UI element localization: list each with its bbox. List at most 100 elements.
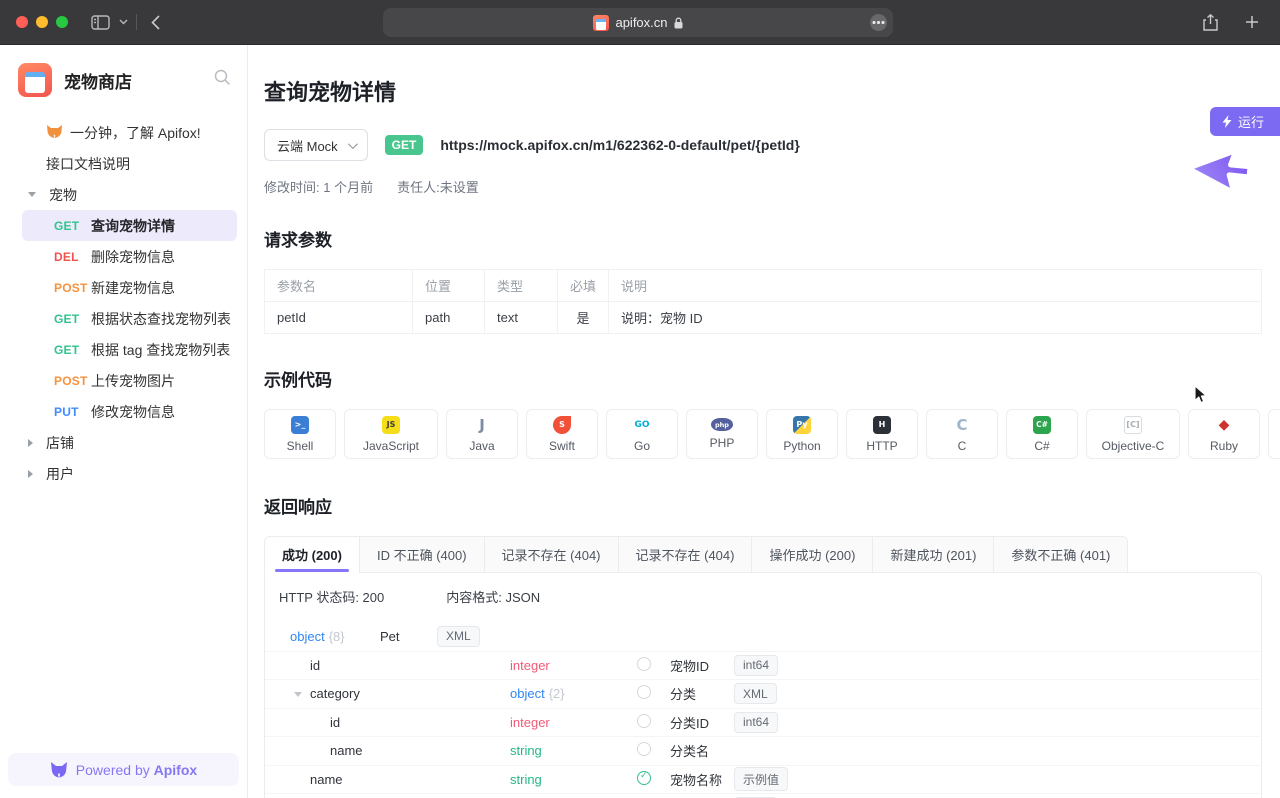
optional-circle-icon (637, 685, 651, 699)
tab-bad-id-400[interactable]: ID 不正确 (400) (359, 536, 484, 573)
lang-card-swift[interactable]: SSwift (526, 409, 598, 459)
python-icon: Py (793, 416, 811, 434)
java-icon: J (473, 416, 491, 434)
address-url: apifox.cn (615, 15, 667, 30)
lang-card-shell[interactable]: >_Shell (264, 409, 336, 459)
method-label: GET (54, 343, 91, 357)
lang-card-csharp[interactable]: C#C# (1006, 409, 1078, 459)
response-tabs: 成功 (200) ID 不正确 (400) 记录不存在 (404) 记录不存在 … (264, 536, 1262, 573)
tab-success-200[interactable]: 成功 (200) (264, 536, 359, 573)
lang-card-c[interactable]: CC (926, 409, 998, 459)
tab-created-201[interactable]: 新建成功 (201) (872, 536, 993, 573)
tab-not-found-404-b[interactable]: 记录不存在 (404) (618, 536, 752, 573)
int64-badge: int64 (734, 712, 778, 733)
shell-icon: >_ (291, 416, 309, 434)
run-button[interactable]: 运行 (1210, 107, 1280, 136)
section-request-params: 请求参数 (264, 226, 1262, 251)
minimize-window-button[interactable] (36, 16, 48, 28)
schema-row-category-name[interactable]: name string 分类名 (265, 736, 1261, 765)
tab-not-found-404-a[interactable]: 记录不存在 (404) (484, 536, 618, 573)
col-header-description: 说明 (609, 270, 1262, 302)
sidebar-item-doc-notes[interactable]: 接口文档说明 (10, 148, 237, 179)
col-header-location: 位置 (413, 270, 485, 302)
method-label: GET (54, 219, 91, 233)
section-response: 返回响应 (264, 493, 1262, 518)
language-card-list: >_Shell JSJavaScript JJava SSwift GOGo p… (264, 409, 1262, 459)
apifox-fox-icon (50, 762, 68, 778)
lang-card-go[interactable]: GOGo (606, 409, 678, 459)
browser-chrome: apifox.cn (0, 0, 1280, 45)
close-window-button[interactable] (16, 16, 28, 28)
http-status: HTTP 状态码: 200 (279, 587, 384, 606)
window-controls (16, 16, 68, 28)
method-label: GET (54, 312, 91, 326)
lang-card-java[interactable]: JJava (446, 409, 518, 459)
lang-card-http[interactable]: HHTTP (846, 409, 918, 459)
schema-row-name[interactable]: name string 宠物名称 示例值 (265, 765, 1261, 794)
sidebar-dropdown-chevron-icon[interactable] (114, 8, 132, 36)
schema-row-photourls[interactable]: photoUrls array[string] 照片URL XML (265, 793, 1261, 798)
zoom-window-button[interactable] (56, 16, 68, 28)
c-icon: C (953, 416, 971, 434)
share-icon[interactable] (1196, 8, 1224, 36)
col-header-type: 类型 (485, 270, 558, 302)
apifox-brand-text: Apifox (154, 762, 198, 778)
sidebar-endpoint-update-pet[interactable]: PUT 修改宠物信息 (22, 396, 237, 427)
method-badge: GET (385, 135, 424, 155)
address-bar[interactable]: apifox.cn (383, 8, 893, 37)
schema-row-category-id[interactable]: id integer 分类ID int64 (265, 708, 1261, 737)
request-url: https://mock.apifox.cn/m1/622362-0-defau… (440, 137, 799, 153)
fox-emoji-icon (46, 124, 63, 142)
lang-card-php[interactable]: phpPHP (686, 409, 758, 459)
col-header-required: 必填 (558, 270, 609, 302)
new-tab-icon[interactable] (1238, 8, 1266, 36)
chevron-down-icon (348, 139, 358, 149)
sidebar-endpoint-delete-pet[interactable]: DEL 删除宠物信息 (22, 241, 237, 272)
lang-card-objective-c[interactable]: [C]Objective-C (1086, 409, 1180, 459)
method-label: PUT (54, 405, 91, 419)
xml-badge[interactable]: XML (437, 626, 480, 647)
mock-env-select[interactable]: 云端 Mock (264, 129, 368, 161)
sidebar-endpoint-find-by-status[interactable]: GET 根据状态查找宠物列表 (22, 303, 237, 334)
lang-card-ocaml[interactable]: MOCaml (1268, 409, 1280, 459)
example-value-badge[interactable]: 示例值 (734, 767, 788, 791)
page-title: 查询宠物详情 (264, 75, 1262, 107)
schema-row-category[interactable]: category object{2} 分类 XML (265, 679, 1261, 708)
sidebar-group-user[interactable]: 用户 (10, 458, 237, 489)
sidebar-toggle-icon[interactable] (86, 8, 114, 36)
sidebar-item-intro[interactable]: 一分钟，了解 Apifox! (10, 117, 237, 148)
lang-card-javascript[interactable]: JSJavaScript (344, 409, 438, 459)
lang-card-python[interactable]: PyPython (766, 409, 838, 459)
xml-badge[interactable]: XML (734, 683, 777, 704)
chevron-right-icon (28, 470, 33, 478)
tab-bad-param-401[interactable]: 参数不正确 (401) (993, 536, 1128, 573)
owner-label: 责任人:未设置 (397, 177, 479, 196)
project-name: 宠物商店 (64, 68, 214, 93)
sidebar-endpoint-get-pet-detail[interactable]: GET 查询宠物详情 (22, 210, 237, 241)
http-icon: H (873, 416, 891, 434)
schema-root-row[interactable]: object{8} Pet XML (265, 622, 1261, 651)
sidebar-endpoint-create-pet[interactable]: POST 新建宠物信息 (22, 272, 237, 303)
int64-badge: int64 (734, 655, 778, 676)
required-check-icon (637, 771, 651, 785)
powered-by-apifox-link[interactable]: Powered by Apifox (8, 753, 239, 786)
col-header-name: 参数名 (265, 270, 413, 302)
sidebar-endpoint-find-by-tag[interactable]: GET 根据 tag 查找宠物列表 (22, 334, 237, 365)
powered-by-text: Powered by (76, 762, 150, 778)
section-sample-code: 示例代码 (264, 366, 1262, 391)
search-icon[interactable] (214, 69, 231, 91)
php-icon: php (711, 418, 733, 431)
tab-op-success-200[interactable]: 操作成功 (200) (751, 536, 872, 573)
back-button-icon[interactable] (141, 8, 169, 36)
sidebar-endpoint-upload-image[interactable]: POST 上传宠物图片 (22, 365, 237, 396)
ruby-icon: ◆ (1215, 416, 1233, 434)
chevron-down-icon (28, 192, 36, 197)
schema-row-id[interactable]: id integer 宠物ID int64 (265, 651, 1261, 680)
sidebar-group-store[interactable]: 店铺 (10, 427, 237, 458)
apifox-project-logo (18, 63, 52, 97)
sidebar-group-pets[interactable]: 宠物 (10, 179, 237, 210)
method-label: POST (54, 281, 91, 295)
reader-options-icon[interactable] (870, 14, 887, 31)
lang-card-ruby[interactable]: ◆Ruby (1188, 409, 1260, 459)
method-label: DEL (54, 250, 91, 264)
